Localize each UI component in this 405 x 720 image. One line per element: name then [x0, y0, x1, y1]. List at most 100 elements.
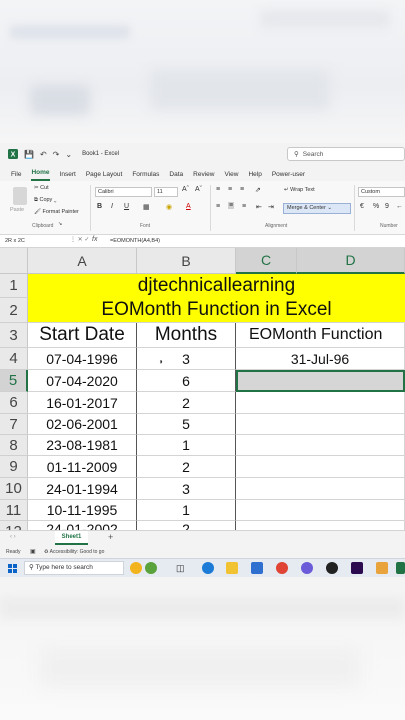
cell-a11[interactable]: 10-11-1995 [28, 500, 137, 521]
cell-b9[interactable]: 2 [137, 456, 236, 478]
add-sheet-icon[interactable]: + [108, 532, 113, 542]
merge-center-button[interactable]: Merge & Center ⌄ [283, 203, 351, 214]
tab-data[interactable]: Data [169, 171, 183, 181]
taskbar-search-input[interactable]: ⚲ Type here to search [24, 561, 124, 575]
cut-button[interactable]: ✂ Cut [34, 185, 49, 191]
borders-icon[interactable]: ▦ [143, 203, 150, 211]
cell-b11[interactable]: 1 [137, 500, 236, 521]
tab-page-layout[interactable]: Page Layout [86, 171, 123, 181]
align-right-icon[interactable]: ≡ [242, 203, 246, 210]
macro-record-icon[interactable]: ▣ [30, 548, 36, 555]
cell-b4[interactable]: 3 [137, 348, 236, 370]
row-header-4[interactable]: 4 [0, 348, 28, 370]
column-header-d[interactable]: D [297, 248, 405, 274]
row-header-3[interactable]: 3 [0, 323, 28, 348]
select-all-button[interactable] [0, 248, 28, 274]
cell-cd4[interactable]: 31-Jul-96 [236, 348, 405, 370]
cell-cd5-selected[interactable] [236, 370, 405, 392]
file-explorer-icon[interactable] [226, 562, 238, 574]
cell-a7[interactable]: 02-06-2001 [28, 414, 137, 435]
row-header-1[interactable]: 1 [0, 274, 28, 298]
increase-indent-icon[interactable]: ⇥ [268, 203, 274, 211]
clipboard-launcher-icon[interactable]: ↘ [58, 221, 62, 227]
search-input[interactable]: ⚲ Search [287, 147, 405, 161]
font-name-select[interactable]: Calibri [95, 187, 152, 197]
font-color-icon[interactable]: A [186, 203, 191, 210]
tab-formulas[interactable]: Formulas [132, 171, 159, 181]
increase-font-icon[interactable]: Aˆ [182, 186, 189, 193]
row-header-8[interactable]: 8 [0, 435, 28, 456]
header-eomonth-function[interactable]: EOMonth Function [236, 323, 405, 348]
edge-icon[interactable] [202, 562, 214, 574]
widgets-icon[interactable] [145, 562, 157, 574]
title-cell[interactable]: djtechnicallearning [28, 274, 405, 299]
column-header-b[interactable]: B [137, 248, 236, 274]
windows-start-icon[interactable] [8, 564, 17, 573]
align-left-icon[interactable]: ≡ [216, 203, 220, 210]
cell-a4[interactable]: 07-04-1996 [28, 348, 137, 370]
app-icon-dark[interactable] [326, 562, 338, 574]
column-header-a[interactable]: A [28, 248, 137, 274]
row-header-2[interactable]: 2 [0, 298, 28, 323]
decrease-indent-icon[interactable]: ⇤ [256, 203, 262, 211]
row-header-12[interactable]: 12 [0, 521, 28, 530]
bold-button[interactable]: B [97, 203, 102, 210]
subtitle-cell[interactable]: EOMonth Function in Excel [28, 298, 405, 323]
font-size-select[interactable]: 11 [154, 187, 178, 197]
cell-cd7[interactable] [236, 414, 405, 435]
task-view-icon[interactable]: ◫ [176, 562, 188, 574]
cell-b10[interactable]: 3 [137, 478, 236, 500]
cell-a10[interactable]: 24-01-1994 [28, 478, 137, 500]
formula-input[interactable]: =EOMONTH(A4,B4) [110, 237, 160, 246]
top-align-icon[interactable]: ≡ [216, 186, 220, 193]
cell-cd10[interactable] [236, 478, 405, 500]
percent-style-icon[interactable]: % [373, 203, 379, 210]
tab-insert[interactable]: Insert [60, 171, 76, 181]
mail-icon[interactable] [251, 562, 263, 574]
paste-button[interactable]: Paste [10, 185, 30, 215]
number-format-select[interactable]: Custom [358, 187, 405, 197]
header-start-date[interactable]: Start Date [28, 323, 137, 348]
sheet-nav-arrows-icon[interactable]: ‹ › [10, 534, 16, 540]
increase-decimal-icon[interactable]: ← [396, 203, 403, 210]
row-header-6[interactable]: 6 [0, 392, 28, 414]
customize-qat-icon[interactable]: ⌄ [65, 150, 72, 159]
save-icon[interactable]: 💾 [24, 150, 34, 159]
bottom-align-icon[interactable]: ≡ [240, 186, 244, 193]
cell-b5[interactable]: 6 [137, 370, 236, 392]
cell-b6[interactable]: 2 [137, 392, 236, 414]
comma-style-icon[interactable]: 9 [385, 203, 389, 210]
decrease-font-icon[interactable]: Aˇ [195, 186, 202, 193]
tab-view[interactable]: View [224, 171, 238, 181]
cell-b12[interactable]: 2 [137, 521, 236, 530]
cell-cd9[interactable] [236, 456, 405, 478]
row-header-10[interactable]: 10 [0, 478, 28, 500]
row-header-5[interactable]: 5 [0, 370, 28, 392]
app-icon-yellow[interactable] [376, 562, 388, 574]
tab-file[interactable]: File [11, 171, 21, 181]
cell-b7[interactable]: 5 [137, 414, 236, 435]
name-box[interactable]: 2R x 2C [5, 237, 57, 246]
tab-help[interactable]: Help [248, 171, 261, 181]
accessibility-status[interactable]: ♻ Accessibility: Good to go [44, 549, 104, 555]
insert-function-button[interactable]: fx [92, 236, 97, 243]
premiere-pro-icon[interactable] [351, 562, 363, 574]
tab-power-user[interactable]: Power-user [272, 171, 305, 181]
cell-cd6[interactable] [236, 392, 405, 414]
fill-color-icon[interactable]: ◉ [166, 203, 172, 211]
column-header-c[interactable]: C [236, 248, 297, 274]
excel-taskbar-icon[interactable] [396, 562, 405, 574]
tab-home[interactable]: Home [31, 169, 50, 181]
sheet-tab-sheet1[interactable]: Sheet1 [55, 531, 88, 545]
undo-icon[interactable]: ↶ [40, 150, 47, 159]
redo-icon[interactable]: ↷ [53, 150, 60, 159]
cell-cd8[interactable] [236, 435, 405, 456]
tab-review[interactable]: Review [193, 171, 214, 181]
format-painter-button[interactable]: 🖌 Format Painter [34, 209, 79, 215]
cell-a6[interactable]: 16-01-2017 [28, 392, 137, 414]
italic-button[interactable]: I [111, 203, 113, 210]
underline-button[interactable]: U [124, 203, 129, 210]
cell-a12[interactable]: 24-01-2002 [28, 521, 137, 530]
middle-align-icon[interactable]: ≡ [228, 186, 232, 193]
chrome-icon[interactable] [276, 562, 288, 574]
